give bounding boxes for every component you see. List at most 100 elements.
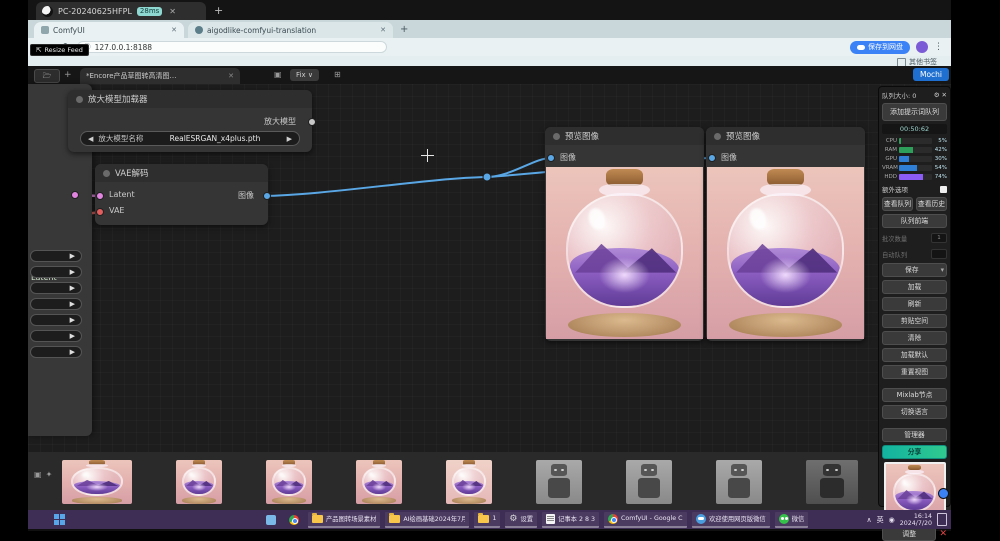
latent-output-dot[interactable]: [71, 191, 79, 199]
feed-thumbnail[interactable]: [536, 460, 582, 504]
feed-thumbnail[interactable]: [266, 460, 312, 504]
taskbar-clock[interactable]: 16:14 2024/7/20: [900, 513, 932, 527]
action-button-4[interactable]: 清除: [882, 331, 947, 345]
offscreen-widget-pill[interactable]: ▶: [30, 266, 82, 278]
node-title-bar[interactable]: 预览图像: [706, 127, 865, 145]
collapse-dot-icon[interactable]: [103, 170, 110, 177]
taskbar-item-folder[interactable]: 产品图转场景素材: [308, 512, 380, 528]
netdisk-extension-button[interactable]: 保存到网盘: [850, 41, 910, 54]
taskbar-item-chrome[interactable]: ComfyUI - Google Chr...: [604, 512, 687, 528]
view-history-button[interactable]: 查看历史: [916, 197, 947, 211]
offscreen-widget-pill[interactable]: ▶: [30, 250, 82, 262]
browser-tab-comfyui[interactable]: ComfyUI ✕: [34, 22, 184, 38]
action-button-6[interactable]: 重置视图: [882, 365, 947, 379]
offscreen-widget-pill[interactable]: ▶: [30, 346, 82, 358]
feed-thumbnail[interactable]: [62, 460, 132, 504]
node-title-bar[interactable]: 预览图像: [545, 127, 704, 145]
upscale-loader-node[interactable]: 放大模型加载器 放大模型 ◀ 放大模型名称 RealESRGAN_x4plus.…: [68, 90, 312, 152]
pin-icon[interactable]: ▣: [274, 70, 282, 79]
offscreen-widget-pill[interactable]: ▶: [30, 298, 82, 310]
taskbar-item-gear[interactable]: ⚙设置: [505, 512, 537, 528]
queue-front-button[interactable]: 队列前端: [882, 214, 947, 228]
feed-thumbnail[interactable]: [626, 460, 672, 504]
image-input-dot[interactable]: [708, 154, 716, 162]
run-button[interactable]: Mochi: [913, 68, 949, 81]
taskbar-item-chrome[interactable]: [285, 512, 303, 528]
manager-button[interactable]: 管理器: [882, 428, 947, 442]
node-title-bar[interactable]: 放大模型加载器: [68, 90, 312, 108]
taskbar-item-chat[interactable]: 欢迎使用网页版微信: [692, 512, 770, 528]
close-tab-icon[interactable]: ✕: [171, 26, 177, 34]
sound-icon[interactable]: ◉: [889, 516, 895, 524]
action-button-1[interactable]: 加载: [882, 280, 947, 294]
browser-avatar[interactable]: [916, 41, 928, 53]
workflows-folder-button[interactable]: 🗁: [34, 69, 60, 83]
new-workflow-button[interactable]: +: [64, 70, 72, 80]
upscale-model-output-dot[interactable]: [308, 118, 316, 126]
action-button-5[interactable]: 加载默认: [882, 348, 947, 362]
close-workflow-icon[interactable]: ✕: [228, 72, 234, 80]
feed-pin-icon[interactable]: ✦: [46, 470, 53, 479]
workflow-tab[interactable]: *Encore产品草图转高清图… ✕: [80, 68, 240, 84]
preview-image-node-2[interactable]: 预览图像 图像: [706, 127, 865, 341]
notification-panel-icon[interactable]: [937, 513, 947, 526]
feed-thumbnail[interactable]: [446, 460, 492, 504]
start-button[interactable]: [54, 514, 66, 526]
mixlab-nodes-button[interactable]: Mixlab节点: [882, 388, 947, 402]
node-title-bar[interactable]: VAE解码: [95, 164, 268, 182]
fix-button[interactable]: Fix ∨: [290, 69, 319, 81]
extra-options-row[interactable]: 额外选项: [882, 184, 947, 194]
feed-thumbnail[interactable]: [716, 460, 762, 504]
remote-session-tab[interactable]: PC-20240625HFPL 28ms ✕: [36, 2, 206, 20]
close-tab-icon[interactable]: ✕: [380, 26, 386, 34]
view-queue-button[interactable]: 查看队列: [882, 197, 913, 211]
feed-thumbnail[interactable]: [176, 460, 222, 504]
new-session-button[interactable]: +: [214, 4, 223, 17]
action-button-3[interactable]: 剪贴空间: [882, 314, 947, 328]
address-bar[interactable]: ⓘ 127.0.0.1:8188: [77, 41, 387, 53]
image-output-dot[interactable]: [263, 192, 271, 200]
preview-image-2[interactable]: [707, 167, 864, 339]
queue-prompt-button[interactable]: 添加提示词队列: [882, 103, 947, 121]
arrow-right-icon[interactable]: ▶: [287, 135, 292, 143]
taskbar-item-wechat[interactable]: 微信: [775, 512, 809, 528]
grid-icon[interactable]: ⊞: [334, 70, 341, 79]
save-dropdown-icon[interactable]: ▾: [941, 264, 944, 276]
taskbar-item-taskview[interactable]: [262, 512, 280, 528]
action-button-2[interactable]: 刷新: [882, 297, 947, 311]
latent-input-dot[interactable]: [96, 192, 104, 200]
new-tab-button[interactable]: +: [400, 24, 408, 35]
settings-gear-icon[interactable]: ⚙: [934, 91, 940, 99]
ime-language-indicator[interactable]: 英: [877, 515, 884, 525]
offscreen-widget-pill[interactable]: ▶: [30, 314, 82, 326]
tray-expand-icon[interactable]: ∧: [866, 516, 871, 524]
collapse-dot-icon[interactable]: [714, 133, 721, 140]
upscale-model-name-widget[interactable]: ◀ 放大模型名称 RealESRGAN_x4plus.pth ▶: [80, 131, 300, 146]
batch-count-input[interactable]: 1: [931, 233, 947, 243]
action-button-0[interactable]: 保存▾: [882, 263, 947, 277]
vae-input-dot[interactable]: [96, 208, 104, 216]
preview-image-1[interactable]: [546, 167, 703, 339]
taskbar-item-notepad[interactable]: 记事本 2 8 3: [542, 512, 599, 528]
preview-image-node-1[interactable]: 预览图像 图像: [545, 127, 704, 341]
adjust-button[interactable]: 调整: [882, 527, 936, 541]
close-session-icon[interactable]: ✕: [169, 7, 176, 16]
taskbar-item-folder[interactable]: 1: [474, 512, 500, 528]
close-feed-icon[interactable]: ✕: [939, 529, 947, 539]
collapse-dot-icon[interactable]: [553, 133, 560, 140]
offscreen-widget-pill[interactable]: ▶: [30, 330, 82, 342]
collapse-dot-icon[interactable]: [76, 96, 83, 103]
browser-menu-icon[interactable]: ⋮: [934, 42, 943, 52]
share-button[interactable]: 分享: [882, 445, 947, 459]
feed-settings-icon[interactable]: ▣: [34, 470, 42, 479]
taskbar-item-folder[interactable]: AI绘画基础2024年7月: [385, 512, 469, 528]
switch-language-button[interactable]: 切换语言: [882, 405, 947, 419]
vae-decode-node[interactable]: VAE解码 Latent VAE 图像: [95, 164, 268, 225]
feed-thumbnail[interactable]: [356, 460, 402, 504]
arrow-left-icon[interactable]: ◀: [88, 135, 93, 143]
auto-queue-checkbox[interactable]: [931, 249, 947, 259]
feed-thumbnail[interactable]: [806, 460, 858, 504]
close-menu-icon[interactable]: ✕: [942, 91, 947, 99]
browser-tab-secondary[interactable]: aigodlike-comfyui-translation ✕: [188, 22, 393, 38]
image-input-dot[interactable]: [547, 154, 555, 162]
